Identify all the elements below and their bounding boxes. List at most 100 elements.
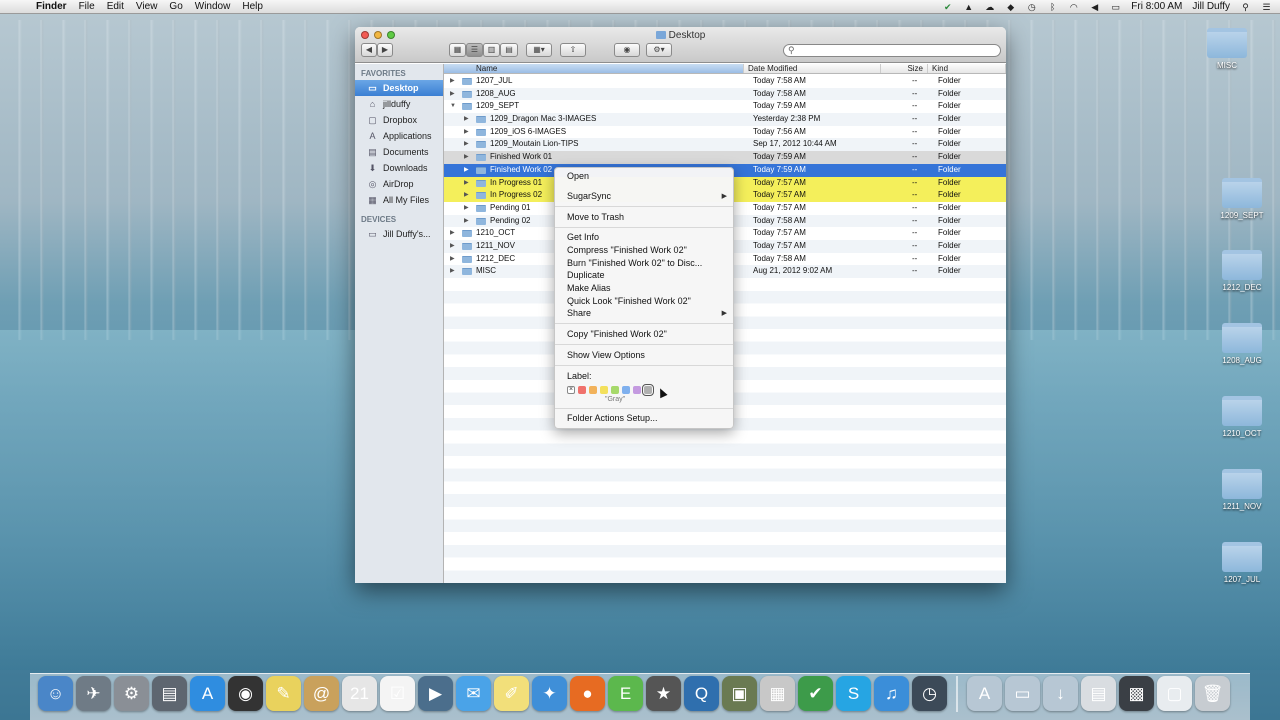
- menu-item-show-view-options[interactable]: Show View Options: [567, 350, 645, 360]
- menu-help[interactable]: Help: [242, 1, 263, 12]
- label-green-button[interactable]: [611, 386, 619, 394]
- disclosure-triangle-icon[interactable]: ▶: [464, 113, 472, 126]
- disclosure-triangle-icon[interactable]: ▶: [464, 177, 472, 190]
- label-gray-button[interactable]: [642, 384, 654, 396]
- label-purple-button[interactable]: [633, 386, 641, 394]
- messages-icon[interactable]: ✉: [456, 676, 491, 711]
- notification-center-icon[interactable]: ☰: [1261, 2, 1272, 12]
- sidebar-item-applications[interactable]: A Applications: [355, 128, 443, 144]
- label-none-button[interactable]: ×: [567, 386, 575, 394]
- table-row[interactable]: ▶ 1209_Dragon Mac 3-IMAGES Yesterday 2:38 …: [444, 113, 1006, 126]
- search-field[interactable]: ⚲: [783, 44, 1001, 57]
- menu-user[interactable]: Jill Duffy: [1192, 1, 1230, 12]
- column-view-button[interactable]: ▥: [483, 43, 500, 57]
- disclosure-triangle-icon[interactable]: ▶: [464, 151, 472, 164]
- sidebar-item-computer[interactable]: ▭ Jill Duffy's...: [355, 226, 443, 242]
- stack-icon-2[interactable]: ▩: [1119, 676, 1154, 711]
- safari-icon[interactable]: ✦: [532, 676, 567, 711]
- menu-item-open[interactable]: Open: [567, 171, 589, 181]
- sidebar-item-jillduffy[interactable]: ⌂ jillduffy: [355, 96, 443, 112]
- app-store-icon[interactable]: A: [190, 676, 225, 711]
- skype-icon[interactable]: S: [836, 676, 871, 711]
- label-red-button[interactable]: [578, 386, 586, 394]
- desktop-folder-1210-oct[interactable]: 1210_OCT: [1212, 396, 1272, 438]
- upwork-status-icon[interactable]: ✔: [942, 2, 953, 12]
- menu-clock[interactable]: Fri 8:00 AM: [1131, 1, 1182, 12]
- menu-go[interactable]: Go: [169, 1, 182, 12]
- stack-icon-3[interactable]: ▢: [1157, 676, 1192, 711]
- disclosure-triangle-icon[interactable]: ▶: [464, 215, 472, 228]
- window-titlebar[interactable]: Desktop ◀ ▶ ▦ ☰ ▥ ▤ ▦▾ ⇧ ◉ ⚙▾ ⚲: [355, 27, 1006, 63]
- dashboard-icon[interactable]: ◉: [228, 676, 263, 711]
- calculator-icon[interactable]: ▦: [760, 676, 795, 711]
- table-row[interactable]: ▼ 1209_SEPT Today 7:59 AM -- Folder: [444, 100, 1006, 114]
- wifi-status-icon[interactable]: ◠: [1068, 2, 1079, 12]
- sidebar-item-airdrop[interactable]: ◎ AirDrop: [355, 176, 443, 192]
- desktop-folder-1212-dec[interactable]: 1212_DEC: [1212, 250, 1272, 292]
- desktop-folder-1207-jul[interactable]: 1207_JUL: [1212, 542, 1272, 584]
- evernote-status-icon[interactable]: ▲: [963, 2, 974, 12]
- battery-status-icon[interactable]: ▭: [1110, 2, 1121, 12]
- sidebar-item-documents[interactable]: ▤ Documents: [355, 144, 443, 160]
- bluetooth-status-icon[interactable]: ᛒ: [1047, 2, 1058, 12]
- menu-edit[interactable]: Edit: [107, 1, 124, 12]
- system-preferences-icon[interactable]: ⚙: [114, 676, 149, 711]
- disclosure-triangle-icon[interactable]: ▶: [464, 189, 472, 202]
- firefox-icon[interactable]: ●: [570, 676, 605, 711]
- cover-flow-button[interactable]: ▤: [500, 43, 518, 57]
- menu-file[interactable]: File: [79, 1, 95, 12]
- launchpad-icon[interactable]: ✈: [76, 676, 111, 711]
- menu-item-get-info[interactable]: Get Info: [567, 232, 599, 242]
- column-header-kind[interactable]: Kind: [928, 64, 1006, 73]
- volume-status-icon[interactable]: ◀: [1089, 2, 1100, 12]
- dropbox-status-icon[interactable]: ◆: [1005, 2, 1016, 12]
- trash-icon[interactable]: 🗑: [1195, 676, 1230, 711]
- preview-icon[interactable]: ▣: [722, 676, 757, 711]
- table-row[interactable]: ▶ 1209_iOS 6-IMAGES Today 7:56 AM -- Folder: [444, 125, 1006, 139]
- sidebar-item-downloads[interactable]: ⬇ Downloads: [355, 160, 443, 176]
- time-machine-status-icon[interactable]: ◷: [1026, 2, 1037, 12]
- menu-item-folder-actions[interactable]: Folder Actions Setup...: [567, 413, 658, 423]
- menu-window[interactable]: Window: [195, 1, 231, 12]
- table-row[interactable]: ▶ 1207_JUL Today 7:58 AM -- Folder: [444, 75, 1006, 88]
- desktop-folder-1211-nov[interactable]: 1211_NOV: [1212, 469, 1272, 511]
- disclosure-triangle-icon[interactable]: ▶: [450, 253, 458, 266]
- menu-item-duplicate[interactable]: Duplicate: [567, 270, 605, 280]
- calendar-icon[interactable]: 21: [342, 676, 377, 711]
- disclosure-triangle-icon[interactable]: ▶: [450, 75, 458, 88]
- disclosure-triangle-icon[interactable]: ▶: [464, 126, 472, 139]
- desktop-folder-1209-sept[interactable]: 1209_SEPT: [1212, 178, 1272, 220]
- app-icon-1[interactable]: ▤: [152, 676, 187, 711]
- menu-item-quick-look[interactable]: Quick Look "Finished Work 02": [567, 296, 691, 306]
- evernote-icon[interactable]: E: [608, 676, 643, 711]
- disclosure-triangle-open-icon[interactable]: ▼: [450, 100, 458, 113]
- table-row[interactable]: ▶ Finished Work 01 Today 7:59 AM -- Folder: [444, 151, 1006, 164]
- documents-stack-icon[interactable]: ▭: [1005, 676, 1040, 711]
- disclosure-triangle-icon[interactable]: ▶: [450, 88, 458, 101]
- disclosure-triangle-icon[interactable]: ▶: [450, 240, 458, 253]
- disclosure-triangle-icon[interactable]: ▶: [464, 138, 472, 151]
- notes-icon[interactable]: ✐: [494, 676, 529, 711]
- forward-button[interactable]: ▶: [377, 43, 393, 57]
- disclosure-triangle-icon[interactable]: ▶: [450, 265, 458, 278]
- menu-item-make-alias[interactable]: Make Alias: [567, 283, 611, 293]
- itunes-icon[interactable]: ♫: [874, 676, 909, 711]
- sugarsync-status-icon[interactable]: ☁: [984, 2, 995, 12]
- menu-item-compress[interactable]: Compress "Finished Work 02": [567, 245, 687, 255]
- spotlight-icon[interactable]: ⚲: [1240, 2, 1251, 12]
- menu-item-copy[interactable]: Copy "Finished Work 02": [567, 329, 667, 339]
- menu-item-burn[interactable]: Burn "Finished Work 02" to Disc...: [567, 258, 702, 268]
- disclosure-triangle-icon[interactable]: ▶: [464, 164, 472, 177]
- menu-item-sugarsync[interactable]: SugarSync: [567, 191, 611, 201]
- menu-view[interactable]: View: [136, 1, 158, 12]
- label-orange-button[interactable]: [589, 386, 597, 394]
- applications-stack-icon[interactable]: A: [967, 676, 1002, 711]
- time-machine-icon[interactable]: ◷: [912, 676, 947, 711]
- list-view-button[interactable]: ☰: [466, 43, 483, 57]
- menu-item-share[interactable]: Share: [567, 308, 591, 318]
- share-button[interactable]: ⇧: [560, 43, 586, 57]
- sidebar-item-desktop[interactable]: ▭ Desktop: [355, 80, 443, 96]
- upwork-icon[interactable]: ✔: [798, 676, 833, 711]
- quick-look-button[interactable]: ◉: [614, 43, 640, 57]
- facetime-icon[interactable]: ▶: [418, 676, 453, 711]
